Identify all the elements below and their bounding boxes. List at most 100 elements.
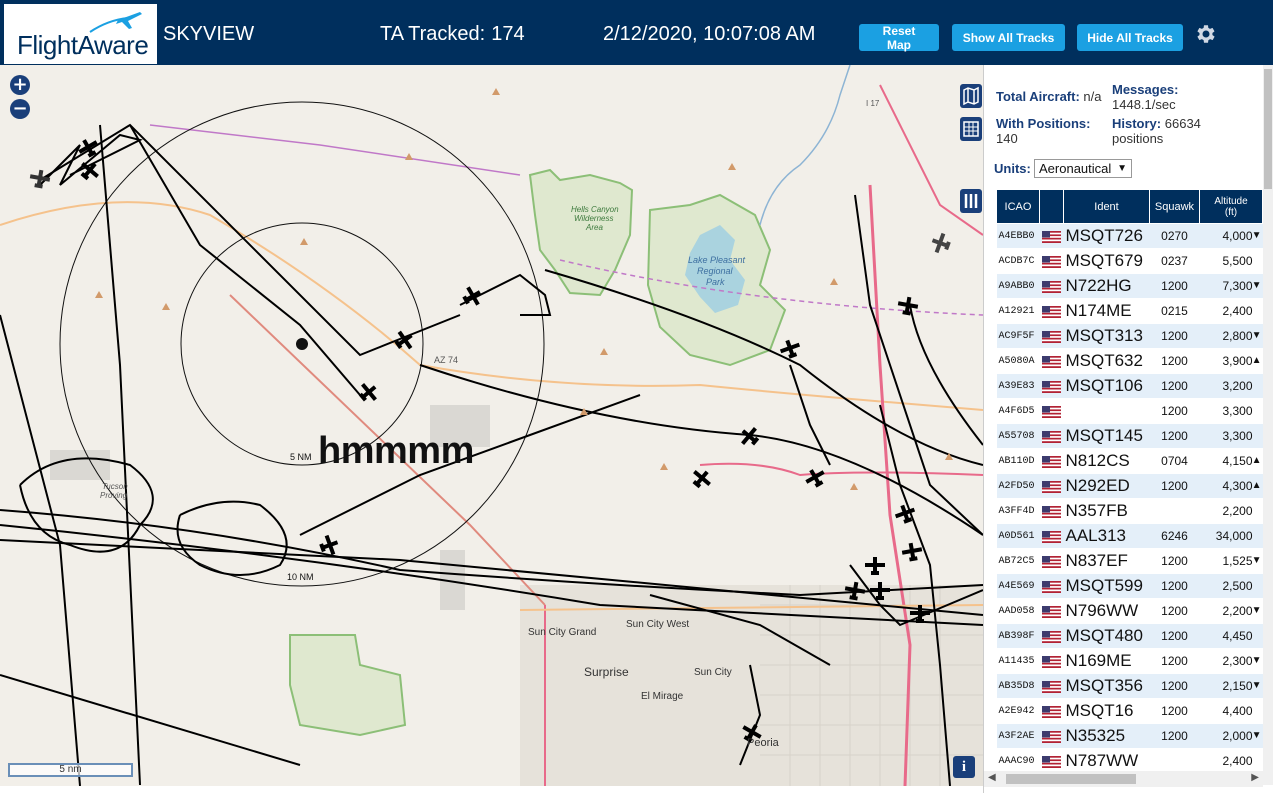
table-row[interactable]: AAD058 N796WW 1200 2,200 ▼ xyxy=(996,598,1263,624)
us-flag-icon xyxy=(1041,755,1061,768)
table-row[interactable]: A4E569 MSQT599 1200 2,500 xyxy=(996,573,1263,599)
hide-all-tracks-button[interactable]: Hide All Tracks xyxy=(1077,24,1183,51)
info-button[interactable]: i xyxy=(953,756,975,778)
col-icao-header[interactable]: ICAO xyxy=(996,189,1040,224)
zoom-in-button[interactable]: + xyxy=(10,75,30,95)
row-squawk: 0237 xyxy=(1149,248,1200,274)
row-altitude-value: 4,300 xyxy=(1222,479,1253,493)
row-altitude-value: 2,150 xyxy=(1222,679,1253,693)
table-row[interactable]: AB110D N812CS 0704 4,150 ▲ xyxy=(996,448,1263,474)
current-datetime: 2/12/2020, 10:07:08 AM xyxy=(603,23,816,45)
us-flag-icon xyxy=(1041,355,1061,368)
row-icao: AB398F xyxy=(996,623,1040,649)
row-ident: N812CS xyxy=(1063,448,1150,474)
row-ident: MSQT679 xyxy=(1063,248,1150,274)
us-flag-icon xyxy=(1041,255,1061,268)
table-row[interactable]: A5080A MSQT632 1200 3,900 ▲ xyxy=(996,348,1263,374)
row-flag xyxy=(1039,273,1064,299)
table-row[interactable]: A55708 MSQT145 1200 3,300 xyxy=(996,423,1263,449)
table-row[interactable]: AB72C5 N837EF 1200 1,525 ▼ xyxy=(996,548,1263,574)
table-row[interactable]: A3F2AE N35325 1200 2,000 ▼ xyxy=(996,723,1263,749)
table-row[interactable]: A2FD50 N292ED 1200 4,300 ▲ xyxy=(996,473,1263,499)
row-flag xyxy=(1039,423,1064,449)
row-squawk: 1200 xyxy=(1149,723,1200,749)
row-altitude-value: 34,000 xyxy=(1215,529,1253,543)
col-squawk-header[interactable]: Squawk xyxy=(1149,189,1200,224)
table-row[interactable]: ACDB7C MSQT679 0237 5,500 xyxy=(996,248,1263,274)
row-altitude-value: 4,000 xyxy=(1222,229,1253,243)
row-flag xyxy=(1039,748,1064,774)
altitude-trend-icon: ▼ xyxy=(1251,730,1262,741)
row-altitude: 4,450 xyxy=(1199,623,1263,649)
row-ident: MSQT599 xyxy=(1063,573,1150,599)
tracked-count: 174 xyxy=(491,23,525,45)
map-canvas[interactable]: Hells Canyon Wilderness Area Lake Pleasa… xyxy=(0,65,983,786)
row-icao: A55708 xyxy=(996,423,1040,449)
row-flag xyxy=(1039,673,1064,699)
row-squawk: 1200 xyxy=(1149,398,1200,424)
table-row[interactable]: A9ABB0 N722HG 1200 7,300 ▼ xyxy=(996,273,1263,299)
table-row[interactable]: A4EBB0 MSQT726 0270 4,000 ▼ xyxy=(996,223,1263,249)
row-icao: AB110D xyxy=(996,448,1040,474)
gear-icon[interactable] xyxy=(1194,22,1218,46)
history-stat: History: 66634 positions xyxy=(1112,116,1201,146)
us-flag-icon xyxy=(1041,305,1061,318)
us-flag-icon xyxy=(1041,455,1061,468)
table-row[interactable]: A3FF4D N357FB 2,200 xyxy=(996,498,1263,524)
tracked-label: TA Tracked: xyxy=(380,23,486,45)
row-flag xyxy=(1039,448,1064,474)
skyview-app: FlightAware SKYVIEW TA Tracked: 174 2/12/… xyxy=(0,0,1273,793)
row-altitude: 1,525 ▼ xyxy=(1199,548,1263,574)
row-icao: A3FF4D xyxy=(996,498,1040,524)
altitude-trend-icon: ▼ xyxy=(1251,230,1262,241)
map-label-sun-city-west: Sun City West xyxy=(626,619,689,630)
row-icao: A4F6D5 xyxy=(996,398,1040,424)
app-title: SKYVIEW xyxy=(163,23,255,45)
flightaware-logo[interactable]: FlightAware xyxy=(4,4,157,64)
table-row[interactable]: AC9F5F MSQT313 1200 2,800 ▼ xyxy=(996,323,1263,349)
table-row[interactable]: A2E942 MSQT16 1200 4,400 xyxy=(996,698,1263,724)
h-scrollbar-thumb[interactable] xyxy=(1006,774,1136,784)
row-altitude-value: 2,200 xyxy=(1222,504,1253,518)
row-ident: MSQT726 xyxy=(1063,223,1150,249)
table-row[interactable]: A11435 N169ME 1200 2,300 ▼ xyxy=(996,648,1263,674)
row-flag xyxy=(1039,398,1064,424)
zoom-out-button[interactable]: − xyxy=(10,99,30,119)
row-flag xyxy=(1039,548,1064,574)
row-ident: MSQT106 xyxy=(1063,373,1150,399)
row-altitude: 2,500 xyxy=(1199,573,1263,599)
units-selected-value: Aeronautical xyxy=(1039,161,1112,176)
table-row[interactable]: AB35D8 MSQT356 1200 2,150 ▼ xyxy=(996,673,1263,699)
map-layers-button[interactable] xyxy=(960,84,982,108)
col-ident-header[interactable]: Ident xyxy=(1063,189,1150,224)
table-row[interactable]: A39E83 MSQT106 1200 3,200 xyxy=(996,373,1263,399)
col-altitude-header[interactable]: Altitude (ft) xyxy=(1199,189,1263,224)
us-flag-icon xyxy=(1041,480,1061,493)
map-view[interactable]: Hells Canyon Wilderness Area Lake Pleasa… xyxy=(0,65,983,786)
reset-map-button[interactable]: Reset Map xyxy=(859,24,939,52)
row-altitude-value: 2,000 xyxy=(1222,729,1253,743)
table-row[interactable]: AB398F MSQT480 1200 4,450 xyxy=(996,623,1263,649)
row-ident xyxy=(1063,398,1150,424)
scroll-left-icon[interactable]: ◀ xyxy=(988,772,996,783)
grid-icon xyxy=(963,121,979,137)
table-row[interactable]: AAAC90 N787WW 2,400 xyxy=(996,748,1263,774)
scrollbar-thumb[interactable] xyxy=(1264,69,1272,189)
scroll-right-icon[interactable]: ▶ xyxy=(1251,772,1259,783)
table-row[interactable]: A0D561 AAL313 6246 34,000 xyxy=(996,523,1263,549)
map-label-sun-city-grand: Sun City Grand xyxy=(528,627,596,638)
col-flag-header[interactable] xyxy=(1039,189,1064,224)
chevron-down-icon: ▼ xyxy=(1117,163,1127,174)
grid-toggle-button[interactable] xyxy=(960,117,982,141)
row-flag xyxy=(1039,598,1064,624)
units-select[interactable]: Aeronautical ▼ xyxy=(1034,159,1132,178)
table-row[interactable]: A12921 N174ME 0215 2,400 xyxy=(996,298,1263,324)
column-toggle-button[interactable] xyxy=(960,189,982,213)
table-horizontal-scrollbar[interactable]: ◀ ▶ xyxy=(984,771,1263,787)
row-flag xyxy=(1039,698,1064,724)
row-icao: A39E83 xyxy=(996,373,1040,399)
row-ident: MSQT480 xyxy=(1063,623,1150,649)
table-row[interactable]: A4F6D5 1200 3,300 xyxy=(996,398,1263,424)
show-all-tracks-button[interactable]: Show All Tracks xyxy=(952,24,1065,51)
panel-vertical-scrollbar[interactable] xyxy=(1263,65,1273,785)
